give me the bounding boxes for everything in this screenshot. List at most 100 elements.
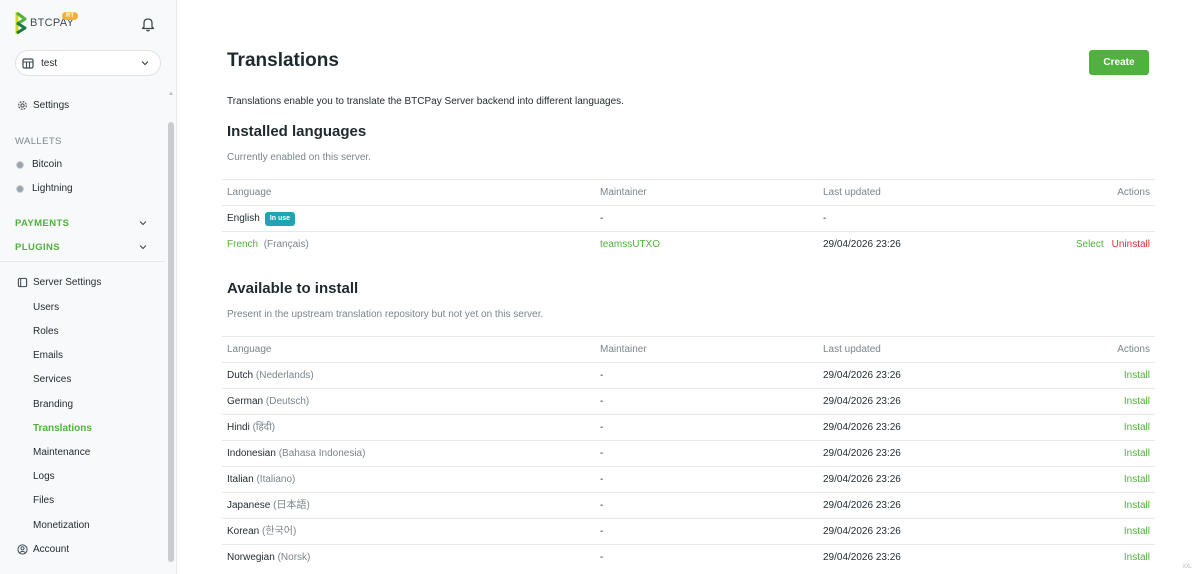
last-updated-cell: 29/04/2026 23:26 xyxy=(823,500,901,511)
sidebar-item-server-settings[interactable]: Server Settings xyxy=(17,277,101,288)
language-cell: Japanese (日本語) xyxy=(227,493,310,519)
table-row: Hindi (हिंदी) - 29/04/2026 23:26 Install xyxy=(222,414,1155,440)
install-link[interactable]: Install xyxy=(1124,493,1150,519)
sidebar-item-label: Lightning xyxy=(32,183,73,194)
payments-group-toggle[interactable]: PAYMENTS xyxy=(15,218,69,229)
available-languages-table: Language Maintainer Last updated Actions… xyxy=(222,336,1155,570)
install-link[interactable]: Install xyxy=(1124,545,1150,571)
scroll-up-icon[interactable]: ▲ xyxy=(167,90,175,98)
maintainer-cell: - xyxy=(600,500,604,511)
sidebar-item-translations[interactable]: Translations xyxy=(33,423,92,434)
notifications-bell-icon[interactable] xyxy=(141,16,155,32)
language-cell: Hindi (हिंदी) xyxy=(227,415,275,441)
store-selector[interactable]: test xyxy=(15,50,161,76)
install-link[interactable]: Install xyxy=(1124,467,1150,493)
chevron-down-icon[interactable] xyxy=(138,242,148,252)
maintainer-cell: - xyxy=(600,370,604,381)
sidebar-item-files[interactable]: Files xyxy=(33,495,54,506)
available-rows: Dutch (Nederlands) - 29/04/2026 23:26 In… xyxy=(222,362,1155,570)
select-link[interactable]: Select xyxy=(1076,239,1104,250)
available-description: Present in the upstream translation repo… xyxy=(227,309,544,320)
table-row: Norwegian (Norsk) - 29/04/2026 23:26 Ins… xyxy=(222,544,1155,570)
column-header-last-updated: Last updated xyxy=(823,344,881,355)
table-row: German (Deutsch) - 29/04/2026 23:26 Inst… xyxy=(222,388,1155,414)
user-circle-icon xyxy=(17,544,28,555)
sidebar-item-monetization[interactable]: Monetization xyxy=(33,520,90,531)
language-cell: Norwegian (Norsk) xyxy=(227,545,310,571)
language-link[interactable]: French xyxy=(227,239,258,250)
sidebar-item-lightning[interactable]: Lightning xyxy=(16,183,73,194)
btcpay-logo-icon xyxy=(15,12,27,34)
page-title: Translations xyxy=(227,50,339,71)
language-cell: English In use xyxy=(227,206,296,232)
install-link[interactable]: Install xyxy=(1124,519,1150,545)
installed-heading: Installed languages xyxy=(227,123,367,140)
sidebar-item-label: Bitcoin xyxy=(32,159,63,170)
chevron-down-icon xyxy=(141,61,149,66)
install-link[interactable]: Install xyxy=(1124,441,1150,467)
language-name: Indonesian xyxy=(227,448,276,459)
plugins-group-toggle[interactable]: PLUGINS xyxy=(15,242,60,253)
sidebar-item-branding[interactable]: Branding xyxy=(33,399,73,410)
wallet-status-dot xyxy=(16,160,24,169)
sidebar-item-settings[interactable]: Settings xyxy=(17,100,69,111)
column-header-last-updated: Last updated xyxy=(823,187,881,198)
last-updated-cell: 29/04/2026 23:26 xyxy=(823,552,901,563)
last-updated-cell: 29/04/2026 23:26 xyxy=(823,448,901,459)
last-updated-cell: 29/04/2026 23:26 xyxy=(823,526,901,537)
sidebar-item-emails[interactable]: Emails xyxy=(33,350,63,361)
sidebar-item-label: Account xyxy=(33,544,70,555)
last-updated-cell: 29/04/2026 23:26 xyxy=(823,239,901,250)
language-name: German xyxy=(227,396,264,407)
create-button[interactable]: Create xyxy=(1089,50,1149,75)
gear-icon xyxy=(18,101,27,110)
scrollbar-thumb[interactable] xyxy=(168,122,174,562)
maintainer-cell: - xyxy=(600,213,604,224)
install-link[interactable]: Install xyxy=(1124,415,1150,441)
language-name: Dutch xyxy=(227,370,254,381)
install-link[interactable]: Install xyxy=(1124,389,1150,415)
maintainer-cell: - xyxy=(600,526,604,537)
maintainer-cell: - xyxy=(600,448,604,459)
sidebar-item-services[interactable]: Services xyxy=(33,374,71,385)
chevron-down-icon[interactable] xyxy=(138,218,148,228)
native-name: (Deutsch) xyxy=(265,396,310,407)
table-row: Italian (Italiano) - 29/04/2026 23:26 In… xyxy=(222,466,1155,492)
last-updated-cell: 29/04/2026 23:26 xyxy=(823,396,901,407)
column-header-maintainer: Maintainer xyxy=(600,187,647,198)
native-name: (Nederlands) xyxy=(255,370,314,381)
table-row: Indonesian (Bahasa Indonesia) - 29/04/20… xyxy=(222,440,1155,466)
language-name: English xyxy=(227,213,260,224)
native-name: (日本語) xyxy=(273,500,310,511)
column-header-actions: Actions xyxy=(1117,344,1150,355)
store-name: test xyxy=(41,57,58,69)
installed-languages-table: Language Maintainer Last updated Actions… xyxy=(222,179,1155,257)
sidebar: BTCPAY RT test ▲ Settings WALLETS Bitcoi… xyxy=(0,0,177,574)
sidebar-item-logs[interactable]: Logs xyxy=(33,471,55,482)
store-icon xyxy=(22,58,34,69)
uninstall-link[interactable]: Uninstall xyxy=(1112,239,1150,250)
sidebar-item-account[interactable]: Account xyxy=(17,544,69,555)
language-cell: Indonesian (Bahasa Indonesia) xyxy=(227,441,365,467)
language-cell: Korean (한국어) xyxy=(227,519,296,545)
actions-cell: Select Uninstall xyxy=(1076,232,1150,258)
language-cell: German (Deutsch) xyxy=(227,389,309,415)
sidebar-item-users[interactable]: Users xyxy=(33,302,59,313)
sidebar-scrollbar[interactable]: ▲ xyxy=(167,90,175,570)
language-cell: French (Français) xyxy=(227,232,309,258)
wallet-status-dot xyxy=(16,184,24,193)
table-row: English In use - - xyxy=(222,205,1155,231)
language-name: Italian xyxy=(227,474,254,485)
sidebar-item-roles[interactable]: Roles xyxy=(33,326,59,337)
table-header-row: Language Maintainer Last updated Actions xyxy=(222,179,1155,205)
sidebar-item-maintenance[interactable]: Maintenance xyxy=(33,447,90,458)
native-name: (Norsk) xyxy=(277,552,311,563)
install-link[interactable]: Install xyxy=(1124,363,1150,389)
last-updated-cell: 29/04/2026 23:26 xyxy=(823,422,901,433)
maintainer-link[interactable]: teamssUTXO xyxy=(600,232,660,258)
language-cell: Dutch (Nederlands) xyxy=(227,363,314,389)
sidebar-item-bitcoin[interactable]: Bitcoin xyxy=(16,159,62,170)
language-cell: Italian (Italiano) xyxy=(227,467,295,493)
maintainer-cell: - xyxy=(600,552,604,563)
in-use-badge: In use xyxy=(264,212,296,226)
